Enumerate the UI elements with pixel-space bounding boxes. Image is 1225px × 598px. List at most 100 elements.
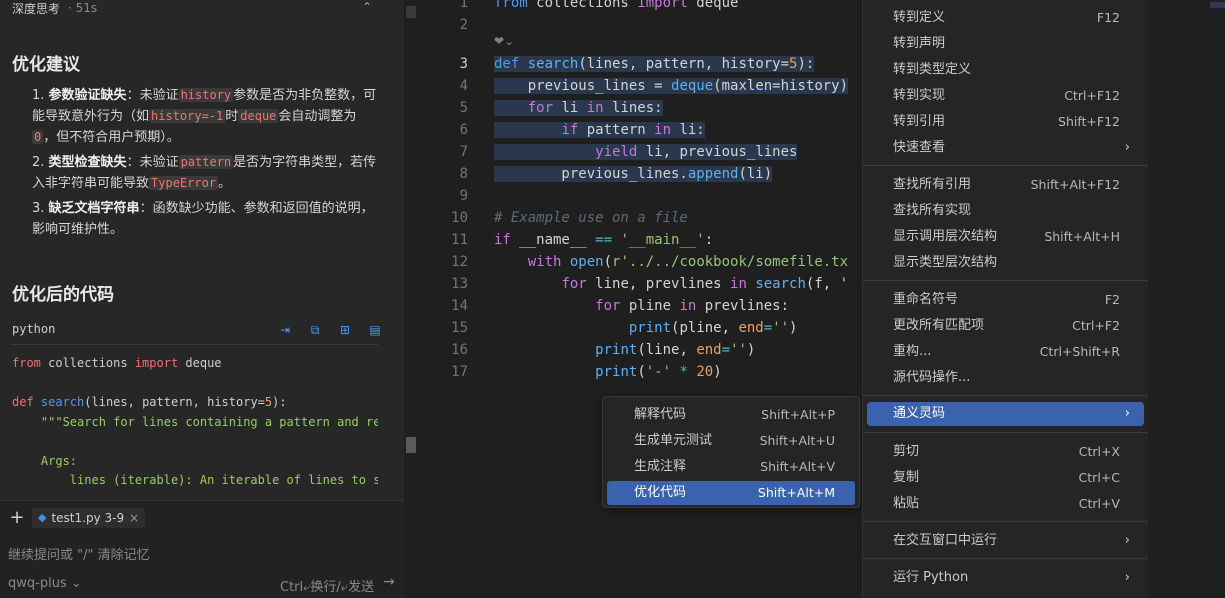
code-line: previous_lines = deque(maxlen=history) (494, 78, 849, 94)
code-line: for pline in prevlines: (595, 298, 790, 314)
menu-item-generate-tests[interactable]: 生成单元测试 Shift+Alt+U (607, 429, 855, 453)
line-number: 7 (459, 144, 468, 160)
list-item: 2. 类型检查缺失：未验证 pattern 是否为字符串类型，若传入非字符串可能导致… (32, 155, 377, 191)
line-number: 9 (459, 188, 468, 204)
minimap-highlight (1210, 2, 1225, 8)
line-number: 10 (451, 210, 468, 226)
code-editor[interactable]: 1 2 3 4 5 6 7 8 9 10 11 12 13 14 15 16 1… (420, 0, 862, 598)
scrollbar-thumb[interactable] (406, 437, 416, 453)
tongyi-submenu: 解释代码 Shift+Alt+P 生成单元测试 Shift+Alt+U 生成注释 Sh… (602, 396, 860, 508)
model-selector[interactable]: qwq-plus ⌄ (8, 576, 82, 591)
line-number: 5 (459, 100, 468, 116)
line-number: 16 (451, 342, 468, 358)
menu-item-source-action[interactable]: 源代码操作... (867, 366, 1144, 390)
menu-item-paste[interactable]: 粘贴 Ctrl+V (867, 492, 1144, 516)
line-number: 8 (459, 166, 468, 182)
menu-item-find-all-references[interactable]: 查找所有引用 Shift+Alt+F12 (867, 173, 1144, 197)
menu-divider (863, 280, 1149, 281)
menu-item-go-to-type-definition[interactable]: 转到类型定义 (867, 58, 1144, 82)
menu-item-go-to-definition[interactable]: 转到定义 F12 (867, 6, 1144, 30)
code-block: python ⇥ ⧉ ⊞ ▤ from collections import d… (0, 316, 392, 501)
chevron-up-icon[interactable]: ⌃ (362, 0, 372, 14)
thinking-label: 深度思考 (12, 1, 61, 16)
menu-item-find-all-implementations[interactable]: 查找所有实现 (867, 199, 1144, 223)
copy-icon[interactable]: ⧉ (306, 322, 324, 338)
menu-divider (863, 165, 1149, 166)
menu-item-run-in-interactive[interactable]: 在交互窗口中运行 › (867, 529, 1144, 553)
code-language: python (12, 322, 56, 336)
line-number: 15 (451, 320, 468, 336)
thinking-duration: · 51s (68, 1, 98, 15)
menu-divider (863, 395, 1149, 396)
code-line: with open(r'../../cookbook/somefile.tx (527, 254, 849, 270)
menu-item-optimize-code[interactable]: 优化代码 Shift+Alt+M (607, 481, 855, 505)
code-line: for line, prevlines in search(f, ' (561, 276, 849, 292)
chat-panel: 深度思考 · 51s ⌃ 优化建议 1. 参数验证缺失：未验证 history 参数… (0, 0, 404, 598)
minimap[interactable] (1148, 0, 1225, 598)
code-line: def search(lines, pattern, history=5): (494, 56, 815, 72)
menu-divider (863, 521, 1149, 522)
code-line: if __name__ == '__main__': (494, 232, 714, 248)
line-number: 4 (459, 78, 468, 94)
thinking-header[interactable]: 深度思考 · 51s ⌃ (12, 0, 372, 16)
codelens-icon[interactable]: ❤︎⌄ (494, 34, 514, 48)
suggestions-list: 1. 参数验证缺失：未验证 history 参数是否为非负整数，可能导致意外行为（如… (32, 85, 378, 244)
optimized-code-heading: 优化后的代码 (12, 285, 114, 305)
chat-input[interactable]: 继续提问或 "/" 清除记忆 (8, 544, 150, 563)
send-hint: Ctrl⤶换行/⤶发送 (280, 580, 375, 595)
menu-item-refactor[interactable]: 重构... Ctrl+Shift+R (867, 340, 1144, 364)
send-icon[interactable]: → (383, 574, 395, 590)
menu-item-change-all-occurrences[interactable]: 更改所有匹配项 Ctrl+F2 (867, 314, 1144, 338)
line-number: 13 (451, 276, 468, 292)
file-context-chip[interactable]: ◆ test1.py 3-9 × (32, 508, 146, 528)
menu-item-tongyi-lingma[interactable]: 通义灵码 › (867, 402, 1144, 426)
menu-item-cut[interactable]: 剪切 Ctrl+X (867, 440, 1144, 464)
chevron-right-icon: › (1124, 406, 1130, 421)
menu-item-run-python[interactable]: 运行 Python › (867, 566, 1144, 590)
chevron-right-icon: › (1124, 140, 1130, 155)
context-menu: 转到定义 F12 转到声明 转到类型定义 转到实现 Ctrl+F12 转到引用 Shi… (862, 0, 1149, 598)
insert-code-icon[interactable]: ⇥ (276, 322, 294, 338)
code-line: from collections import deque (494, 0, 739, 11)
menu-item-rename-symbol[interactable]: 重命名符号 F2 (867, 288, 1144, 312)
code-comment: # Example use on a file (494, 210, 688, 226)
code-actions: ⇥ ⧉ ⊞ ▤ (276, 322, 384, 338)
line-number: 3 (459, 56, 468, 72)
menu-divider (863, 432, 1149, 433)
code-line: print(line, end='') (595, 342, 756, 358)
scrollbar-thumb[interactable] (406, 6, 416, 18)
menu-item-explain-code[interactable]: 解释代码 Shift+Alt+P (607, 403, 855, 427)
python-file-icon: ◆ (38, 511, 47, 524)
code-line: for li in lines: (494, 97, 663, 119)
menu-item-copy[interactable]: 复制 Ctrl+C (867, 466, 1144, 490)
chevron-right-icon: › (1124, 533, 1130, 548)
menu-item-generate-comments[interactable]: 生成注释 Shift+Alt+V (607, 455, 855, 479)
new-file-icon[interactable]: ⊞ (336, 322, 354, 338)
menu-item-peek[interactable]: 快速查看 › (867, 136, 1144, 160)
code-line: yield li, previous_lines (494, 141, 798, 163)
line-number: 2 (459, 17, 468, 33)
code-line: previous_lines.append(li) (494, 166, 773, 182)
apply-diff-icon[interactable]: ▤ (366, 322, 384, 338)
menu-item-go-to-declaration[interactable]: 转到声明 (867, 32, 1144, 56)
menu-item-go-to-references[interactable]: 转到引用 Shift+F12 (867, 110, 1144, 134)
divider (12, 344, 378, 345)
panel-splitter[interactable] (404, 0, 420, 598)
list-item: 3. 缺乏文档字符串：函数缺少功能、参数和返回值的说明，影响可维护性。 (32, 201, 374, 237)
chat-input-area: + ◆ test1.py 3-9 × 继续提问或 "/" 清除记忆 qwq-pl… (0, 500, 404, 598)
suggestions-heading: 优化建议 (12, 55, 80, 75)
line-number: 11 (451, 232, 468, 248)
code-line: print(pline, end='') (628, 320, 798, 336)
add-context-button[interactable]: + (6, 509, 28, 529)
line-number: 6 (459, 122, 468, 138)
menu-divider (863, 558, 1149, 559)
chevron-right-icon: › (1124, 570, 1130, 585)
close-icon[interactable]: × (129, 508, 139, 528)
chevron-down-icon: ⌄ (70, 576, 82, 591)
line-number: 14 (451, 298, 468, 314)
list-item: 1. 参数验证缺失：未验证 history 参数是否为非负整数，可能导致意外行为（如… (32, 88, 377, 145)
menu-item-go-to-implementation[interactable]: 转到实现 Ctrl+F12 (867, 84, 1144, 108)
menu-item-show-call-hierarchy[interactable]: 显示调用层次结构 Shift+Alt+H (867, 225, 1144, 249)
line-number: 1 (459, 0, 468, 11)
menu-item-show-type-hierarchy[interactable]: 显示类型层次结构 (867, 251, 1144, 275)
